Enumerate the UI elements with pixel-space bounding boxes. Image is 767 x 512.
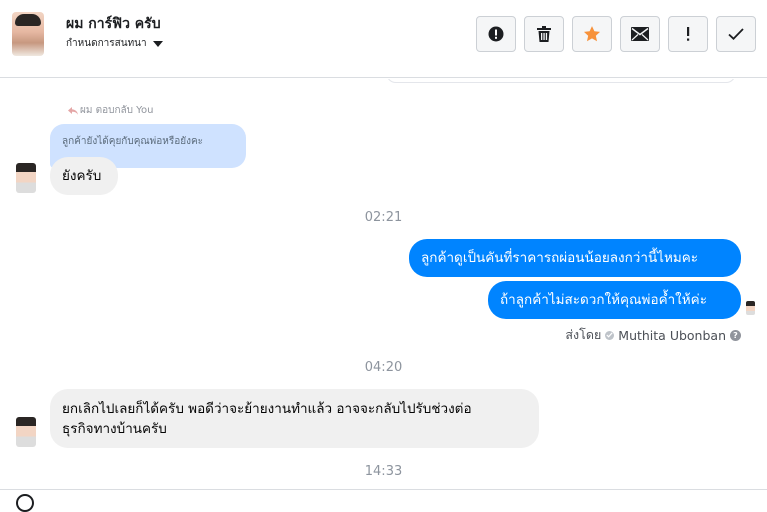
timestamp: 04:20 bbox=[364, 360, 403, 375]
message-line: ยกเลิกไปเลยก็ได้ครับ พอดีว่าจะย้ายงานทำแ… bbox=[62, 401, 472, 417]
sent-by-info: ส่งโดย Muthita Ubonban ? bbox=[565, 325, 741, 345]
outgoing-message[interactable]: ถ้าลูกค้าไม่สะดวกให้คุณพ่อค้ำให้ค่ะ bbox=[488, 281, 741, 319]
reply-indicator-text: ผม ตอบกลับ You bbox=[80, 105, 154, 116]
sent-by-label: ส่งโดย bbox=[565, 327, 602, 342]
contact-name[interactable]: ผม การ์ฟิว ครับ bbox=[66, 13, 161, 35]
contact-avatar-small bbox=[16, 417, 36, 447]
seen-avatar bbox=[746, 301, 755, 315]
mark-unread-button[interactable] bbox=[620, 16, 660, 52]
envelope-icon bbox=[631, 27, 649, 41]
star-button[interactable] bbox=[572, 16, 612, 52]
reply-indicator: ผม ตอบกลับ You bbox=[68, 103, 153, 118]
assign-conversation-label: กำหนดการสนทนา bbox=[66, 38, 147, 49]
message-composer[interactable] bbox=[0, 489, 767, 512]
mark-spam-button[interactable] bbox=[476, 16, 516, 52]
timestamp: 14:33 bbox=[364, 464, 403, 479]
incoming-message[interactable]: ยกเลิกไปเลยก็ได้ครับ พอดีว่าจะย้ายงานทำแ… bbox=[50, 389, 539, 448]
outgoing-message[interactable]: ลูกค้าดูเป็นคันที่ราคารถผ่อนน้อยลงกว่านี… bbox=[409, 239, 741, 277]
check-circle-icon bbox=[605, 330, 615, 340]
timestamp: 02:21 bbox=[364, 210, 403, 225]
mark-done-button[interactable] bbox=[716, 16, 756, 52]
conversation-header: ผม การ์ฟิว ครับ กำหนดการสนทนา bbox=[0, 0, 767, 78]
star-icon bbox=[583, 26, 601, 42]
message-thread[interactable]: ผม ตอบกลับ You ลูกค้ายังได้คุยกับคุณพ่อห… bbox=[0, 79, 767, 498]
checkmark-icon bbox=[728, 28, 744, 40]
caret-down-icon bbox=[152, 40, 163, 47]
help-icon[interactable]: ? bbox=[730, 329, 741, 341]
incoming-message[interactable]: ยังครับ bbox=[50, 157, 118, 195]
contact-avatar[interactable] bbox=[12, 12, 44, 56]
reply-arrow-icon bbox=[68, 106, 78, 115]
contact-avatar-small bbox=[16, 163, 36, 193]
alert-circle-icon bbox=[488, 26, 504, 42]
message-line: ธุรกิจทางบ้านครับ bbox=[62, 421, 167, 437]
assign-conversation-dropdown[interactable]: กำหนดการสนทนา bbox=[66, 36, 163, 51]
trash-icon bbox=[537, 26, 551, 42]
exclamation-icon bbox=[687, 27, 690, 41]
follow-up-button[interactable] bbox=[668, 16, 708, 52]
composer-action-icon[interactable] bbox=[16, 494, 34, 512]
delete-button[interactable] bbox=[524, 16, 564, 52]
previous-message-edge bbox=[386, 79, 736, 83]
sent-by-name[interactable]: Muthita Ubonban bbox=[618, 328, 726, 343]
